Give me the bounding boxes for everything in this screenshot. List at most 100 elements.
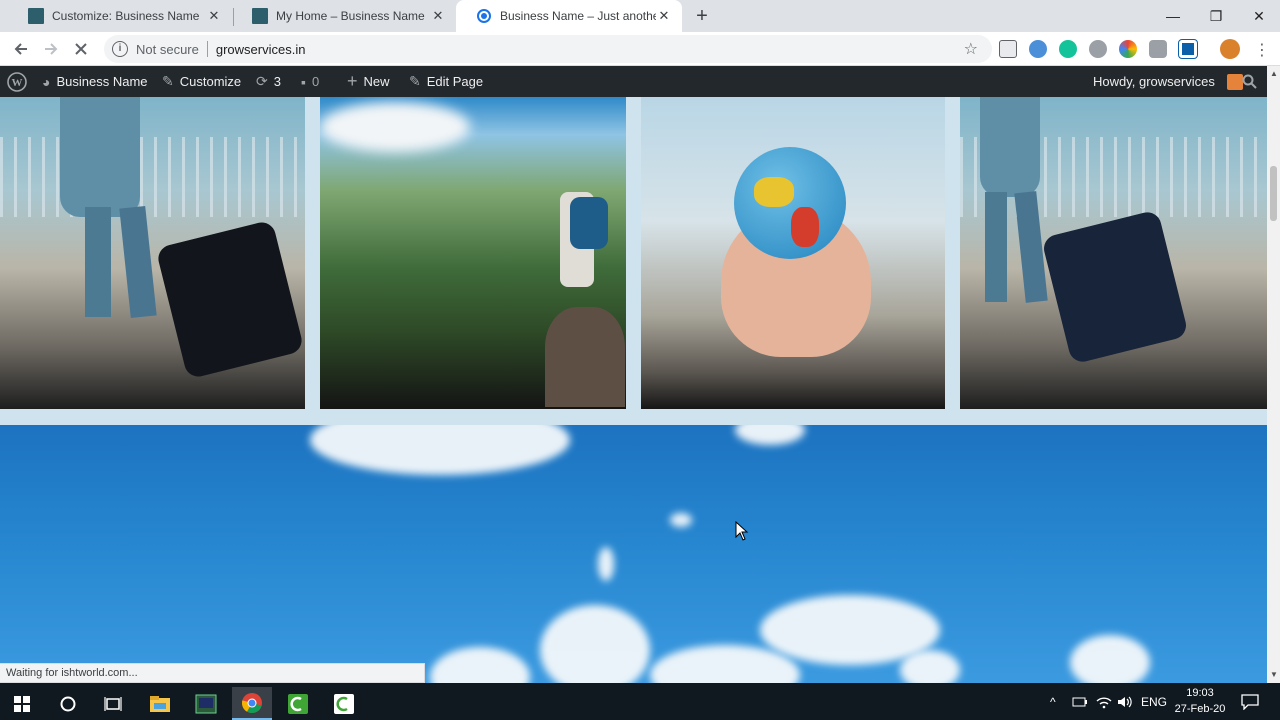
updates-link[interactable]: ⟳ 3 (256, 66, 281, 97)
account-menu[interactable]: Howdy, growservices (1093, 66, 1243, 97)
color-picker-icon[interactable] (1119, 40, 1137, 58)
page-scrollbar[interactable]: ▲ ▼ (1267, 66, 1280, 683)
camtasia-button[interactable] (278, 687, 318, 720)
divider (206, 41, 208, 57)
globe (734, 147, 846, 259)
menu-kebab-icon[interactable]: ⋮ (1254, 40, 1270, 60)
updates-count: 3 (273, 74, 281, 89)
back-button[interactable] (8, 36, 34, 62)
show-hidden-icons-button[interactable]: ^ (1050, 683, 1056, 720)
browser-toolbar: i Not secure growservices.in ☆ (0, 32, 1280, 66)
suitcase (155, 219, 305, 380)
traveler-torso (980, 97, 1040, 197)
brush-icon: ✎ (162, 73, 174, 89)
cloud (320, 102, 470, 152)
customize-label: Customize (179, 74, 242, 89)
camera-icon[interactable] (1149, 40, 1167, 58)
cloud (735, 425, 805, 445)
scrollbar-thumb[interactable] (1270, 166, 1277, 221)
browser-tab-strip: Customize: Business Name ✕ My Home – Bus… (0, 0, 1280, 32)
customize-link[interactable]: ✎ Customize (162, 66, 241, 97)
traveler-torso (60, 97, 140, 217)
cloud (598, 547, 614, 581)
action-center-button[interactable] (1241, 683, 1259, 720)
arrow-left-icon (14, 43, 27, 55)
tab-customize[interactable]: Customize: Business Name ✕ (8, 0, 232, 32)
url-text: growservices.in (215, 41, 306, 57)
cloud (540, 605, 650, 683)
close-tab-icon[interactable]: ✕ (430, 8, 446, 24)
close-tab-icon[interactable]: ✕ (656, 8, 672, 24)
cloud (900, 650, 960, 683)
camtasia-recorder-button[interactable] (324, 687, 364, 720)
gallery-image-luggage[interactable] (960, 97, 1267, 409)
extension-icon[interactable] (1089, 40, 1107, 58)
wordpress-logo-button[interactable]: W (7, 66, 27, 97)
clock[interactable]: 19:03 27-Feb-20 (1168, 685, 1232, 717)
dashboard-icon: ◕ (42, 73, 51, 90)
edit-page-link[interactable]: ✎ Edit Page (409, 66, 483, 97)
camtasia-icon (288, 693, 308, 714)
traveler-leg (119, 205, 157, 319)
scroll-down-icon[interactable]: ▼ (1270, 670, 1278, 679)
scroll-up-icon[interactable]: ▲ (1270, 69, 1278, 78)
backpack (570, 197, 608, 249)
wordpress-icon: W (7, 71, 27, 92)
site-name-link[interactable]: ◕ Business Name (42, 66, 148, 97)
continent (791, 207, 819, 247)
gallery-image-globe[interactable] (641, 97, 945, 409)
language-indicator[interactable]: ENG (1141, 683, 1167, 720)
network-button[interactable] (1096, 683, 1112, 720)
bookmark-star-icon[interactable]: ☆ (964, 39, 978, 59)
file-explorer-button[interactable] (140, 687, 180, 720)
cloud (670, 513, 692, 527)
wordpress-favicon-icon (28, 8, 44, 24)
tab-my-home[interactable]: My Home – Business Name ✕ (232, 0, 456, 32)
search-button[interactable] (1242, 66, 1257, 97)
grammarly-icon[interactable] (1059, 40, 1077, 58)
extension-icon[interactable] (1178, 39, 1198, 59)
minimize-button[interactable]: — (1150, 0, 1196, 32)
taskbar-app-button[interactable] (186, 687, 226, 720)
comments-count: 0 (311, 74, 320, 89)
tab-title: My Home – Business Name (276, 9, 425, 23)
extension-icon[interactable] (999, 40, 1017, 58)
close-window-button[interactable]: ✕ (1236, 0, 1280, 32)
mouse-cursor-icon (735, 521, 749, 541)
chevron-up-icon: ^ (1050, 694, 1056, 709)
new-content-link[interactable]: + New (347, 66, 390, 97)
start-button[interactable] (2, 687, 42, 720)
wordpress-favicon-icon (252, 8, 268, 24)
new-tab-button[interactable]: + (692, 4, 712, 28)
traveler-leg (85, 207, 111, 317)
tab-business-name[interactable]: Business Name – Just another W ✕ (456, 0, 682, 32)
gallery-image-mountain[interactable] (320, 97, 626, 409)
media-app-icon (195, 694, 217, 713)
security-label: Not secure (136, 41, 199, 57)
tray-device-icon[interactable] (1072, 683, 1088, 720)
windows-taskbar: ^ ENG 19:03 27-Feb-20 (0, 683, 1280, 720)
battery-icon (1072, 697, 1087, 706)
volume-button[interactable] (1117, 683, 1133, 720)
forward-button[interactable] (38, 36, 64, 62)
profile-avatar[interactable] (1220, 39, 1240, 59)
stop-loading-button[interactable] (68, 36, 94, 62)
site-name-label: Business Name (56, 74, 148, 89)
info-icon[interactable]: i (112, 41, 128, 57)
loading-spinner-icon (476, 8, 492, 24)
gallery-image-luggage[interactable] (0, 97, 305, 409)
status-bubble: Waiting for ishtworld.com... (0, 663, 425, 683)
chrome-taskbar-button[interactable] (232, 687, 272, 720)
address-bar[interactable]: i Not secure growservices.in ☆ (104, 35, 992, 63)
page-content (0, 97, 1267, 683)
comments-link[interactable]: ▪ 0 (301, 66, 319, 97)
cortana-button[interactable] (48, 687, 88, 720)
avatar (1226, 73, 1243, 90)
close-tab-icon[interactable]: ✕ (206, 8, 222, 24)
extension-icon[interactable] (1029, 40, 1047, 58)
maximize-button[interactable]: ❐ (1193, 0, 1239, 32)
wifi-icon (1096, 696, 1112, 708)
task-view-button[interactable] (93, 687, 133, 720)
cloud (430, 647, 530, 683)
suitcase (1041, 209, 1189, 365)
